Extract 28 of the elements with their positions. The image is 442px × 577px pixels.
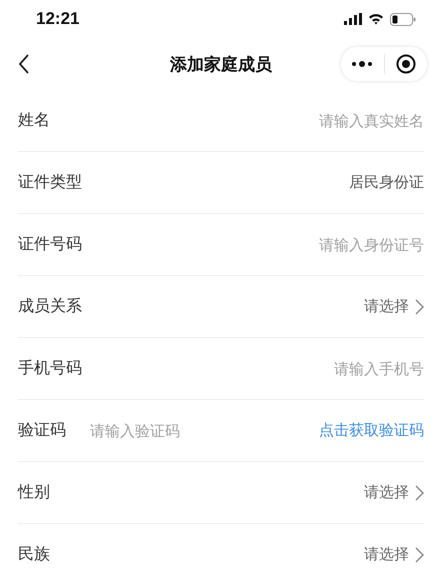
battery-icon: [390, 12, 416, 26]
picker-button[interactable]: 请选择: [364, 545, 424, 564]
status-time: 12:21: [36, 9, 80, 29]
signal-icon: [344, 13, 362, 25]
page-title: 添加家庭成员: [170, 54, 272, 74]
field-label: 手机号码: [18, 358, 82, 379]
chevron-right-icon: [415, 484, 424, 500]
picker-button[interactable]: 请选择: [364, 297, 424, 316]
back-icon: [18, 54, 30, 74]
target-icon: [396, 54, 416, 74]
input-field[interactable]: 请输入真实姓名: [50, 112, 424, 130]
get-code-link[interactable]: 点击获取验证码: [319, 421, 424, 440]
wifi-icon: [368, 13, 384, 25]
field-label: 性别: [18, 482, 50, 503]
chevron-right-icon: [415, 546, 424, 562]
more-icon: [351, 61, 374, 67]
field-label: 民族: [18, 544, 50, 565]
field-value: 居民身份证: [349, 173, 424, 192]
field-label: 成员关系: [18, 296, 82, 317]
chevron-right-icon: [415, 298, 424, 314]
field-label: 验证码: [18, 420, 66, 441]
picker-button[interactable]: 请选择: [364, 483, 424, 502]
input-field[interactable]: 请输入手机号: [82, 360, 424, 378]
input-field[interactable]: 请输入验证码: [90, 422, 319, 440]
field-label: 证件号码: [18, 234, 82, 255]
field-label: 姓名: [18, 110, 50, 131]
field-label: 证件类型: [18, 172, 82, 193]
input-field[interactable]: 请输入身份证号: [82, 236, 424, 254]
